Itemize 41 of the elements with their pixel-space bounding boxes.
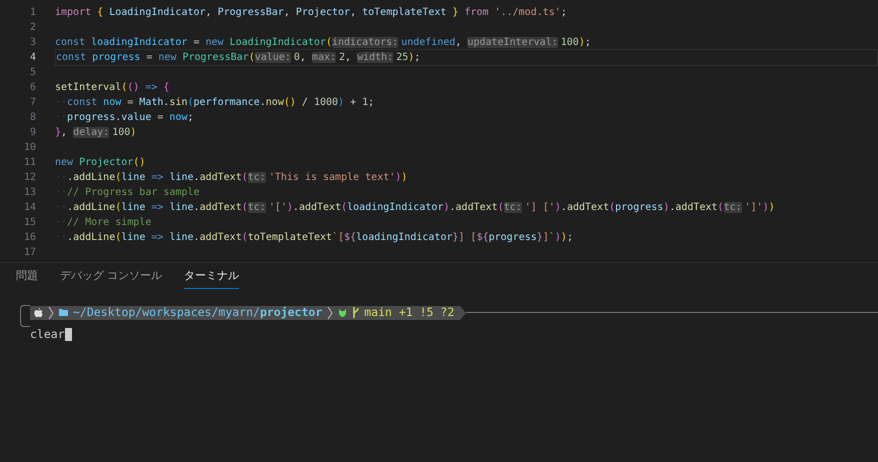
code-line: ··.addLine(line => line.addText(toTemplateText`[${loadingIndicator}] [${progress}]`)); bbox=[55, 231, 574, 245]
line-number: 6 bbox=[28, 81, 36, 95]
line-number: 10 bbox=[22, 141, 36, 155]
terminal-command: clear bbox=[30, 326, 65, 343]
code-line: new Projector() bbox=[55, 156, 146, 170]
panel-tab[interactable]: デバッグ コンソール bbox=[60, 268, 162, 289]
line-number: 2 bbox=[28, 21, 36, 35]
line-number: 4 bbox=[28, 51, 36, 65]
panel-tab[interactable]: ターミナル bbox=[184, 268, 240, 289]
code-line: ··// Progress bar sample bbox=[55, 186, 200, 200]
branch-icon bbox=[352, 307, 360, 318]
code-line: import { LoadingIndicator, ProgressBar, Projector, toTemplateText } from '../mod.ts'; bbox=[55, 6, 568, 20]
code-line: ··progress.value = now; bbox=[55, 111, 195, 125]
code-line: }, delay: 100) bbox=[55, 126, 138, 140]
panel-tab[interactable]: 問題 bbox=[16, 268, 38, 289]
line-number: 1 bbox=[28, 6, 36, 20]
line-number: 17 bbox=[22, 246, 36, 260]
line-number: 12 bbox=[22, 171, 36, 185]
current-path: ~/Desktop/workspaces/myarn/projector bbox=[73, 304, 322, 321]
line-number: 3 bbox=[28, 36, 36, 50]
code-line: ··.addLine(line => line.addText(tc: 'This is sample text')) bbox=[55, 171, 408, 185]
chevron-icon bbox=[48, 306, 54, 320]
folder-icon bbox=[59, 309, 68, 316]
chevron-icon bbox=[327, 306, 334, 320]
line-number: 13 bbox=[22, 186, 36, 200]
git-status: main +1 !5 ?2 bbox=[364, 304, 454, 321]
code-line: setInterval(() => { bbox=[55, 81, 170, 95]
line-number: 7 bbox=[28, 96, 36, 110]
code-line: ··const now = Math.sin(performance.now() / 1000) + 1; bbox=[55, 96, 376, 110]
code-line: const loadingIndicator = new LoadingIndicator(indicators: undefined, updateInterval: 100); bbox=[55, 36, 592, 50]
line-number: 9 bbox=[28, 126, 36, 140]
line-number: 16 bbox=[22, 231, 36, 245]
line-number: 15 bbox=[22, 216, 36, 230]
line-number: 8 bbox=[28, 111, 36, 125]
code-line: ··// More simple bbox=[55, 216, 152, 230]
line-number: 14 bbox=[22, 201, 36, 215]
line-number: 5 bbox=[28, 66, 36, 80]
terminal-cursor bbox=[64, 328, 72, 341]
line-number: 11 bbox=[22, 156, 36, 170]
code-line: ··.addLine(line => line.addText(tc: '[').addText(loadingIndicator).addText(tc: '] [').addText(progress).addText(tc: ']')) bbox=[55, 201, 776, 215]
apple-icon bbox=[34, 308, 43, 318]
